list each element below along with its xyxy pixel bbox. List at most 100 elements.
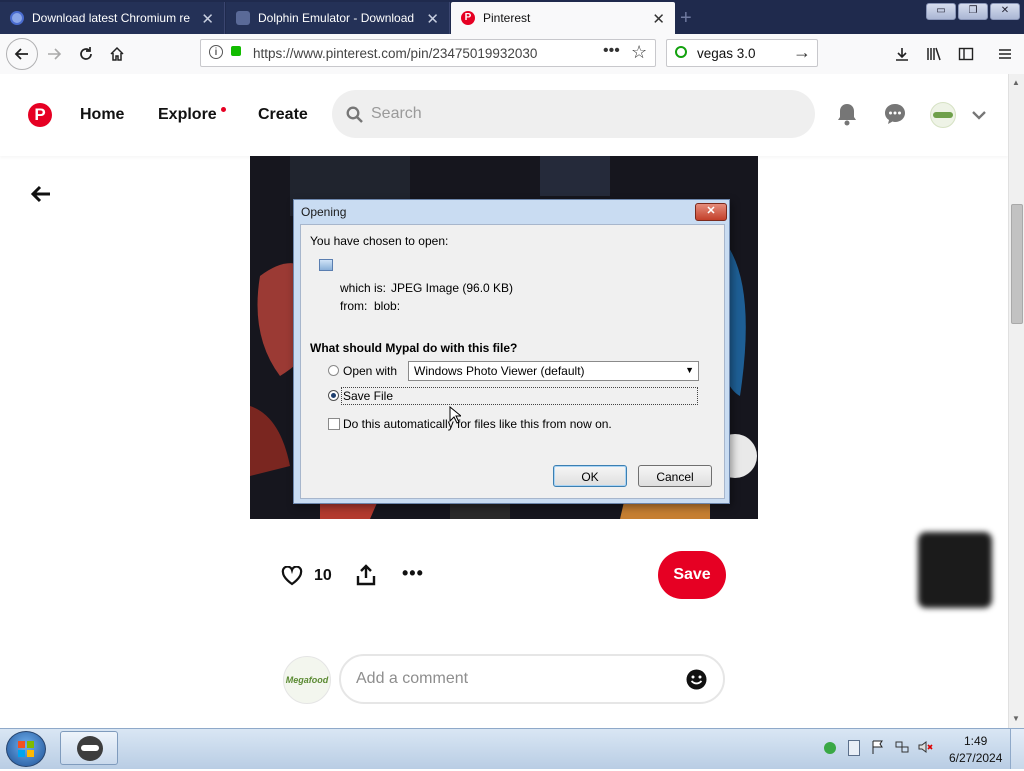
url-bar[interactable]: i https://www.pinterest.com/pin/23475019… [200,39,656,67]
save-file-radio[interactable] [328,390,339,401]
tab-label: Dolphin Emulator - Download [258,11,415,25]
chromium-icon [10,11,24,25]
library-button[interactable] [920,40,948,68]
downloads-button[interactable] [888,40,916,68]
comment-input[interactable]: Add a comment [339,654,725,704]
reload-icon [80,47,92,60]
dialog-question: What should Mypal do with this file? [310,341,518,355]
auto-label[interactable]: Do this automatically for files like thi… [343,417,612,431]
browser-tab-bar: Download latest Chromium re ✕ Dolphin Em… [0,0,1024,34]
arrow-left-icon [14,48,28,60]
ok-button[interactable]: OK [553,465,627,487]
comment-avatar: Megafood [283,656,331,704]
windows-logo-icon [18,741,34,757]
scroll-thumb[interactable] [1011,204,1023,324]
security-tray-icon[interactable] [824,742,836,754]
save-pin-button[interactable]: Save [658,551,726,599]
dialog-intro: You have chosen to open: [310,234,449,248]
show-desktop-button[interactable] [1010,729,1024,769]
close-window-button[interactable]: ✕ [990,3,1020,20]
clock-date[interactable]: 6/27/2024 [949,751,1002,765]
which-is-label: which is: [340,281,387,295]
open-with-select[interactable]: Windows Photo Viewer (default) ▼ [408,361,699,381]
library-icon [927,47,941,61]
nav-home[interactable]: Home [80,106,124,124]
menu-button[interactable] [991,40,1019,68]
open-with-label[interactable]: Open with [343,364,397,378]
tab-dolphin[interactable]: Dolphin Emulator - Download ✕ [226,2,450,34]
notifications-bell-icon[interactable] [836,102,858,126]
url-text[interactable]: https://www.pinterest.com/pin/2347501993… [253,46,573,61]
likes-count: 10 [314,567,332,584]
forward-button[interactable] [40,40,68,68]
from-label: from: [340,299,368,313]
dolphin-icon [236,11,250,25]
emoji-icon[interactable] [686,669,707,690]
auto-checkbox[interactable] [328,418,340,430]
reload-button[interactable] [72,40,100,68]
messages-icon[interactable] [883,102,907,126]
tab-pinterest[interactable]: P Pinterest ✕ [451,2,675,34]
flag-tray-icon[interactable] [872,740,884,754]
floating-widget[interactable] [918,532,992,608]
taskbar-mypal-button[interactable] [60,731,118,765]
save-file-label[interactable]: Save File [343,389,393,403]
page-actions-icon[interactable]: ••• [603,42,620,60]
search-placeholder: Search [371,105,422,122]
open-with-radio[interactable] [328,365,339,376]
start-button[interactable] [6,731,46,767]
volume-muted-icon[interactable] [918,740,934,754]
back-button[interactable] [6,38,38,70]
nav-create[interactable]: Create [258,106,308,124]
pinterest-search-input[interactable]: Search [332,90,815,138]
back-arrow-icon[interactable] [30,185,52,203]
notification-dot [221,107,226,112]
more-options-icon[interactable]: ••• [402,563,424,584]
windows-taskbar: 1:49 6/27/2024 [0,728,1024,769]
document-tray-icon[interactable] [848,740,860,756]
nav-explore[interactable]: Explore [158,106,217,124]
network-tray-icon[interactable] [895,740,909,754]
scroll-down-icon[interactable]: ▼ [1012,714,1020,723]
search-input[interactable]: vegas 3.0 [697,46,756,61]
cancel-button[interactable]: Cancel [638,465,712,487]
close-tab-icon[interactable]: ✕ [652,10,665,28]
tab-label: Pinterest [483,11,531,25]
chevron-down-icon[interactable] [971,109,987,121]
heart-icon[interactable] [281,566,303,586]
vertical-scrollbar[interactable]: ▲ ▼ [1008,74,1024,728]
bookmark-star-icon[interactable]: ☆ [631,42,647,63]
search-bar[interactable]: vegas 3.0 → [666,39,818,67]
pinterest-icon: P [461,11,475,25]
restore-button[interactable]: ❐ [958,3,988,20]
search-go-icon[interactable]: → [793,42,811,63]
image-file-icon [319,259,333,271]
home-button[interactable] [103,40,131,68]
close-tab-icon[interactable]: ✕ [201,10,214,28]
pinterest-logo-icon[interactable]: P [28,103,52,127]
search-icon [346,106,363,123]
arrow-right-icon [48,48,62,60]
dialog-close-button[interactable]: ✕ [695,203,727,221]
new-tab-button[interactable]: + [680,7,692,30]
download-icon [896,48,908,61]
lock-icon[interactable] [231,46,241,56]
share-icon[interactable] [356,564,376,586]
clock-time[interactable]: 1:49 [964,734,987,748]
close-tab-icon[interactable]: ✕ [426,10,439,28]
avatar[interactable] [930,102,956,128]
opening-dialog: Opening ✕ You have chosen to open: which… [293,199,730,504]
from-value: blob: [374,299,401,313]
sidebar-button[interactable] [952,40,980,68]
tab-chromium[interactable]: Download latest Chromium re ✕ [0,2,225,34]
info-icon[interactable]: i [209,45,223,59]
pinterest-header: P Home Explore Create Search [0,74,1008,156]
mypal-raccoon-icon [77,736,103,761]
navigation-toolbar: i https://www.pinterest.com/pin/23475019… [0,34,1024,75]
hamburger-menu-icon [999,49,1011,59]
open-with-value: Windows Photo Viewer (default) [414,364,585,378]
minimize-button[interactable]: ▭ [926,3,956,20]
comment-placeholder: Add a comment [356,670,469,687]
pin-details-card: 10 ••• Save Megafood Add a comment [250,519,758,728]
scroll-up-icon[interactable]: ▲ [1012,78,1020,87]
